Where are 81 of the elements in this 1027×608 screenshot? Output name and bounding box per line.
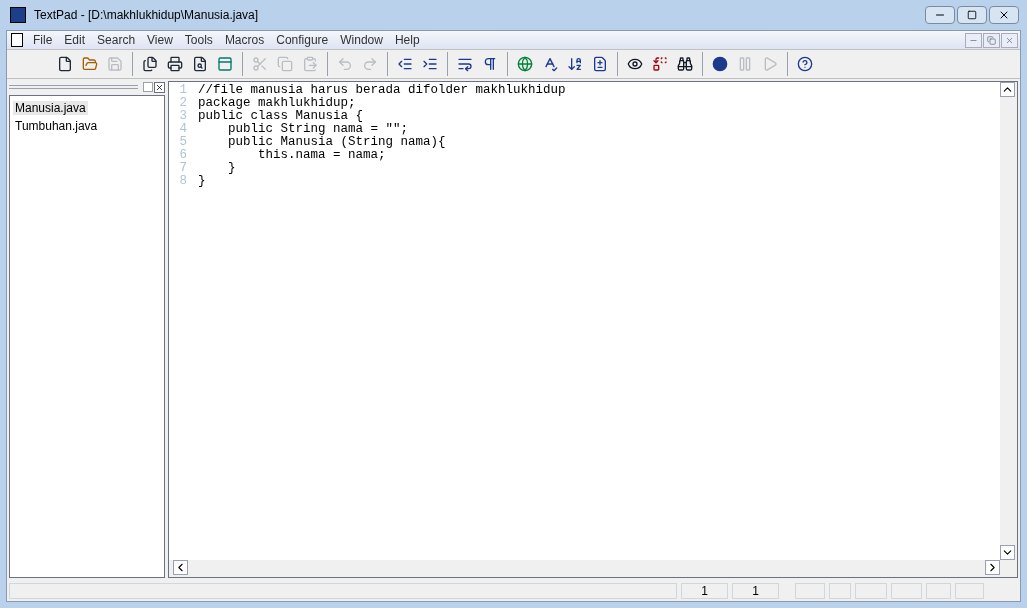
menu-item[interactable]: Configure (270, 31, 335, 49)
status-pane (955, 583, 984, 599)
clipboard-icon (302, 56, 318, 72)
horizontal-scrollbar[interactable] (169, 560, 1000, 577)
code-line: } (197, 175, 206, 188)
menu-item[interactable]: Tools (178, 31, 219, 49)
maximize-icon (967, 10, 977, 20)
menu-item[interactable]: Help (388, 31, 426, 49)
redo-icon (362, 56, 378, 72)
menu-item[interactable]: Edit (58, 31, 92, 49)
status-pane (855, 583, 887, 599)
app-icon (10, 7, 26, 23)
printer-icon (167, 56, 183, 72)
status-pane (829, 583, 851, 599)
child-close-button[interactable] (1001, 32, 1018, 48)
document-list-item[interactable]: Manusia.java (13, 101, 88, 115)
line-number: 4 (178, 123, 188, 136)
documents-icon (142, 56, 158, 72)
record-icon (712, 56, 728, 72)
compare-icon (592, 56, 608, 72)
restore-icon (987, 35, 996, 45)
code-line: this.nama = nama; (257, 149, 386, 162)
close-button[interactable] (989, 6, 1019, 24)
document-list-item[interactable]: Tumbuhan.java (13, 119, 100, 133)
line-number: 6 (178, 149, 188, 162)
play-icon (762, 56, 778, 72)
line-number: 1 (178, 84, 188, 97)
status-pane (926, 583, 951, 599)
save-icon (107, 56, 123, 72)
globe-icon (517, 56, 533, 72)
help-icon (797, 56, 813, 72)
window-title: TextPad - [D:\makhlukhidup\Manusia.java] (34, 7, 259, 24)
code-line: public String nama = ""; (227, 123, 409, 136)
menu-item[interactable]: Search (91, 31, 142, 49)
line-number: 2 (178, 97, 188, 110)
scroll-right-icon[interactable] (985, 560, 1000, 575)
menu-item[interactable]: File (27, 31, 59, 49)
line-number: 7 (178, 162, 188, 175)
menu-item[interactable]: Window (334, 31, 389, 49)
column-indicator: 1 (732, 583, 779, 599)
code-line: } (227, 162, 236, 175)
maximize-button[interactable] (957, 6, 987, 24)
pause-icon (737, 56, 753, 72)
line-number: 8 (178, 175, 188, 188)
line-number: 3 (178, 110, 188, 123)
scroll-up-icon[interactable] (1000, 82, 1015, 97)
document-icon (11, 33, 23, 47)
close-icon (998, 9, 1010, 21)
copy-icon (277, 56, 293, 72)
scroll-left-icon[interactable] (173, 560, 188, 575)
new-file-icon (57, 56, 73, 72)
menu-item[interactable]: View (141, 31, 179, 49)
status-pane (795, 583, 825, 599)
line-number: 5 (178, 136, 188, 149)
spellcheck-icon (542, 56, 558, 72)
close-icon[interactable] (154, 81, 165, 93)
close-icon (1005, 35, 1014, 45)
wrap-icon (457, 56, 473, 72)
scissors-icon (252, 56, 268, 72)
pilcrow-icon (482, 56, 498, 72)
print-preview-icon (192, 56, 208, 72)
replace-icon (652, 56, 668, 72)
scrollbar-corner (1000, 560, 1017, 577)
sort-icon (567, 56, 583, 72)
status-pane (891, 583, 922, 599)
menu-item[interactable]: Macros (218, 31, 271, 49)
eye-icon (627, 56, 643, 72)
vertical-scrollbar[interactable] (1000, 82, 1017, 560)
folder-icon (82, 56, 98, 72)
line-indicator: 1 (681, 583, 728, 599)
undo-icon (337, 56, 353, 72)
minimize-button[interactable] (925, 6, 955, 24)
code-line: public Manusia (String nama){ (227, 136, 446, 149)
code-line: //file manusia harus berada difolder makhlukhidup (197, 84, 566, 97)
scroll-down-icon[interactable] (1000, 545, 1015, 560)
binoculars-icon (677, 56, 693, 72)
code-line: public class Manusia { (197, 110, 364, 123)
indent-icon (422, 56, 438, 72)
window-icon (217, 56, 233, 72)
outdent-icon (397, 56, 413, 72)
code-line: package makhlukhidup; (197, 97, 356, 110)
